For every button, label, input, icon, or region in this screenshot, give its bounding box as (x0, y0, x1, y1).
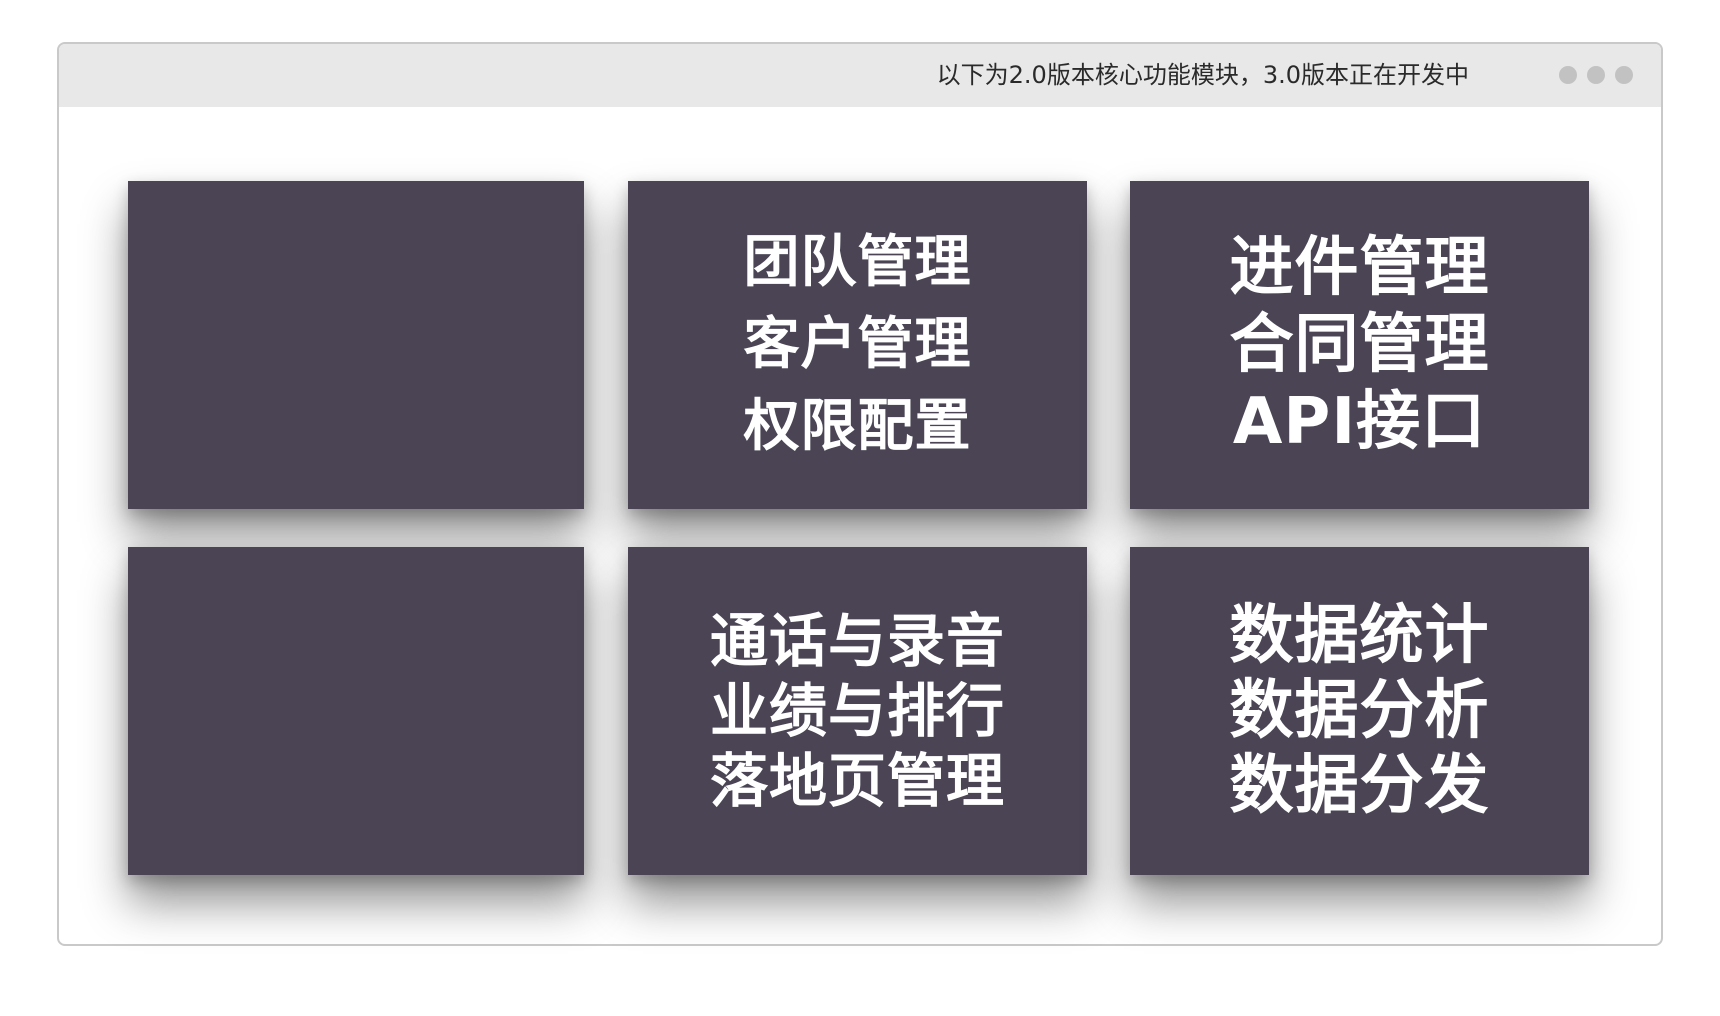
module-card-empty-2 (128, 547, 584, 875)
module-item: 数据统计 (1229, 598, 1490, 673)
module-item: 通话与录音 (709, 607, 1005, 675)
module-item: 落地页管理 (709, 747, 1005, 815)
module-item: 数据分发 (1229, 748, 1490, 823)
module-card-contract: 进件管理 合同管理 API接口 (1130, 181, 1589, 509)
module-item: 进件管理 (1229, 230, 1490, 305)
module-item: 合同管理 (1229, 307, 1490, 382)
module-item: API接口 (1232, 384, 1487, 459)
module-item: 权限配置 (743, 394, 972, 459)
module-card-call: 通话与录音 业绩与排行 落地页管理 (628, 547, 1087, 875)
module-card-data: 数据统计 数据分析 数据分发 (1130, 547, 1589, 875)
window-dot-icon[interactable] (1559, 66, 1577, 84)
module-item: 业绩与排行 (709, 677, 1005, 745)
window-controls (1559, 66, 1633, 84)
module-item: 客户管理 (743, 312, 972, 377)
module-item: 团队管理 (743, 230, 972, 295)
window-dot-icon[interactable] (1615, 66, 1633, 84)
window-title: 以下为2.0版本核心功能模块，3.0版本正在开发中 (936, 61, 1469, 89)
module-item: 数据分析 (1229, 673, 1490, 748)
module-card-empty-1 (128, 181, 584, 509)
module-card-team: 团队管理 客户管理 权限配置 (628, 181, 1087, 509)
window-titlebar: 以下为2.0版本核心功能模块，3.0版本正在开发中 (59, 44, 1661, 107)
window-dot-icon[interactable] (1587, 66, 1605, 84)
